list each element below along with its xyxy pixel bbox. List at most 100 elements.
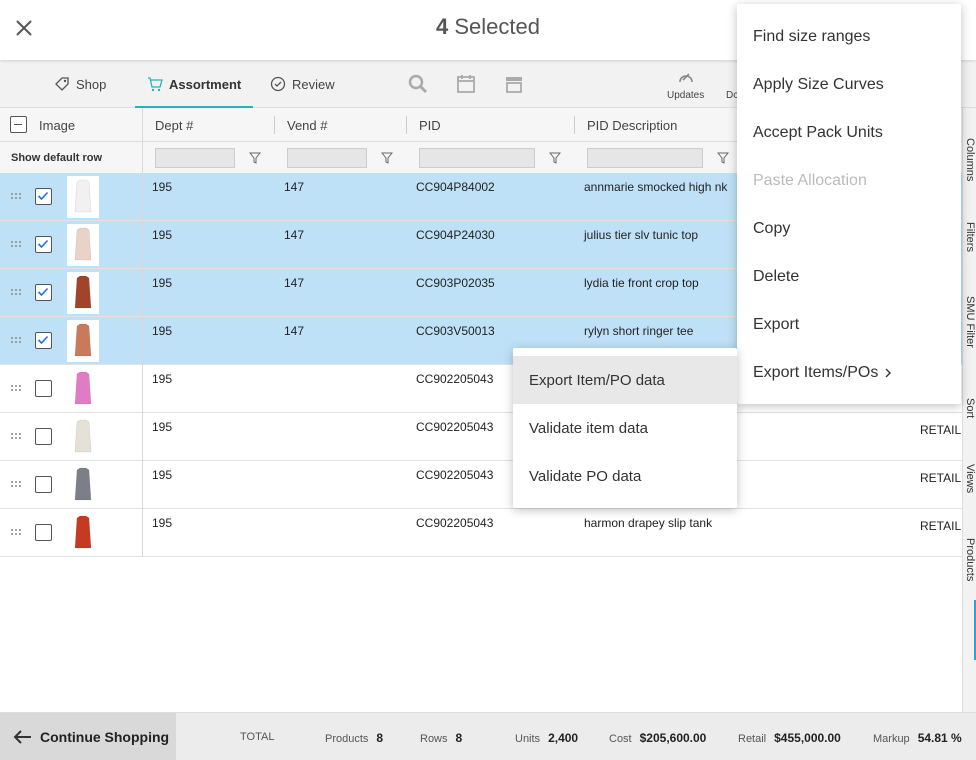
- cell-dept[interactable]: 195: [152, 228, 172, 242]
- cell-pid[interactable]: CC903P02035: [416, 276, 495, 290]
- markup-total: Markup 54.81 %: [873, 731, 962, 745]
- cell-pid-description[interactable]: lydia tie front crop top: [584, 276, 699, 290]
- cell-dept[interactable]: 195: [152, 372, 172, 386]
- row-checkbox[interactable]: [35, 476, 52, 493]
- rail-smu-filter-label: SMU Filter: [964, 296, 976, 348]
- rail-columns[interactable]: Columns: [963, 138, 976, 181]
- cell-retail-tag: RETAIL: [920, 471, 962, 485]
- row-checkbox[interactable]: [35, 332, 52, 349]
- column-pid[interactable]: PID: [419, 108, 441, 142]
- submenu-item-validate-po-data[interactable]: Validate PO data: [513, 452, 737, 500]
- updates-icon[interactable]: [676, 68, 696, 88]
- row-checkbox[interactable]: [35, 428, 52, 445]
- rail-filters[interactable]: Filters: [963, 222, 976, 252]
- cell-pid[interactable]: CC903V50013: [416, 324, 495, 338]
- rail-smu-filter[interactable]: SMU Filter: [963, 296, 976, 348]
- drag-handle-icon[interactable]: [10, 432, 22, 440]
- menu-item-delete[interactable]: Delete: [753, 268, 799, 286]
- cell-dept[interactable]: 195: [152, 324, 172, 338]
- export-submenu: Export Item/PO data Validate item data V…: [513, 348, 737, 508]
- updates-label[interactable]: Updates: [667, 90, 704, 101]
- cell-pid-description[interactable]: annmarie smocked high nk: [584, 180, 727, 194]
- chevron-right-icon: [885, 368, 892, 378]
- cell-pid-description[interactable]: harmon drapey slip tank: [584, 516, 712, 530]
- calendar-icon[interactable]: [456, 74, 476, 94]
- drag-handle-icon[interactable]: [10, 384, 22, 392]
- submenu-item-validate-item-data[interactable]: Validate item data: [513, 404, 737, 452]
- drag-handle-icon[interactable]: [10, 288, 22, 296]
- cell-dept[interactable]: 195: [152, 180, 172, 194]
- cell-vend[interactable]: 147: [284, 180, 304, 194]
- filter-icon[interactable]: [549, 152, 561, 164]
- table-row[interactable]: 195 CC902205043 RETAIL: [0, 461, 962, 509]
- column-image[interactable]: Image: [39, 108, 75, 142]
- column-pid-description[interactable]: PID Description: [587, 108, 677, 142]
- column-dept[interactable]: Dept #: [155, 108, 193, 142]
- drag-handle-icon[interactable]: [10, 480, 22, 488]
- table-row[interactable]: 195 CC902205043 harmon drapey slip tank RET…: [0, 509, 962, 557]
- pid-description-filter-input[interactable]: [587, 148, 703, 168]
- cell-pid[interactable]: CC904P24030: [416, 228, 495, 242]
- row-checkbox[interactable]: [35, 188, 52, 205]
- products-label: Products: [325, 733, 369, 745]
- product-thumbnail: [67, 224, 99, 266]
- tab-assortment[interactable]: Assortment: [134, 60, 254, 108]
- rail-views[interactable]: Views: [963, 464, 976, 493]
- drag-handle-icon[interactable]: [10, 528, 22, 536]
- menu-item-accept-pack-units[interactable]: Accept Pack Units: [753, 124, 883, 142]
- cell-pid[interactable]: CC904P84002: [416, 180, 495, 194]
- cell-retail-tag: RETAIL: [920, 519, 962, 533]
- cell-pid[interactable]: CC902205043: [416, 516, 493, 530]
- vend-filter-input[interactable]: [287, 148, 367, 168]
- filter-icon[interactable]: [249, 152, 261, 164]
- column-separator[interactable]: [574, 116, 575, 134]
- rail-products[interactable]: Products: [963, 538, 976, 581]
- continue-shopping-button[interactable]: Continue Shopping: [0, 713, 176, 760]
- column-separator[interactable]: [406, 116, 407, 134]
- cell-dept[interactable]: 195: [152, 420, 172, 434]
- dept-filter-input[interactable]: [155, 148, 235, 168]
- row-checkbox[interactable]: [35, 380, 52, 397]
- search-icon[interactable]: [408, 74, 428, 94]
- menu-item-export-items-pos[interactable]: Export Items/POs: [753, 364, 892, 382]
- drag-handle-icon[interactable]: [10, 336, 22, 344]
- cell-pid-description[interactable]: julius tier slv tunic top: [584, 228, 698, 242]
- row-checkbox[interactable]: [35, 524, 52, 541]
- menu-item-export[interactable]: Export: [753, 316, 799, 334]
- rail-sort-label: Sort: [964, 398, 976, 419]
- cell-vend[interactable]: 147: [284, 324, 304, 338]
- drag-handle-icon[interactable]: [10, 192, 22, 200]
- menu-item-apply-size-curves[interactable]: Apply Size Curves: [753, 76, 884, 94]
- row-checkbox[interactable]: [35, 236, 52, 253]
- row-checkbox[interactable]: [35, 284, 52, 301]
- cell-vend[interactable]: 147: [284, 276, 304, 290]
- select-all-checkbox[interactable]: [10, 116, 27, 133]
- menu-item-copy[interactable]: Copy: [753, 220, 790, 238]
- store-icon[interactable]: [504, 74, 524, 94]
- filter-icon[interactable]: [381, 152, 393, 164]
- rail-sort[interactable]: Sort: [963, 398, 976, 418]
- drag-handle-icon[interactable]: [10, 240, 22, 248]
- checkmark-icon: [37, 191, 49, 201]
- column-separator[interactable]: [274, 116, 275, 134]
- filter-icon[interactable]: [717, 152, 729, 164]
- cell-pid[interactable]: CC902205043: [416, 372, 493, 386]
- pid-filter-input[interactable]: [419, 148, 535, 168]
- menu-item-find-size-ranges[interactable]: Find size ranges: [753, 28, 870, 46]
- submenu-item-export-item-po-data[interactable]: Export Item/PO data: [513, 356, 737, 404]
- cell-dept[interactable]: 195: [152, 468, 172, 482]
- products-value: 8: [376, 731, 384, 745]
- tab-shop[interactable]: Shop: [54, 60, 106, 108]
- cell-vend[interactable]: 147: [284, 228, 304, 242]
- cell-pid-description[interactable]: rylyn short ringer tee: [584, 324, 693, 338]
- show-default-row-label[interactable]: Show default row: [11, 152, 102, 164]
- product-thumbnail: [67, 416, 99, 458]
- tab-review[interactable]: Review: [270, 60, 335, 108]
- column-vend[interactable]: Vend #: [287, 108, 328, 142]
- table-row[interactable]: 195 CC902205043 RETAIL: [0, 413, 962, 461]
- product-thumbnail: [67, 464, 99, 506]
- cell-pid[interactable]: CC902205043: [416, 420, 493, 434]
- cell-dept[interactable]: 195: [152, 276, 172, 290]
- cell-pid[interactable]: CC902205043: [416, 468, 493, 482]
- cell-dept[interactable]: 195: [152, 516, 172, 530]
